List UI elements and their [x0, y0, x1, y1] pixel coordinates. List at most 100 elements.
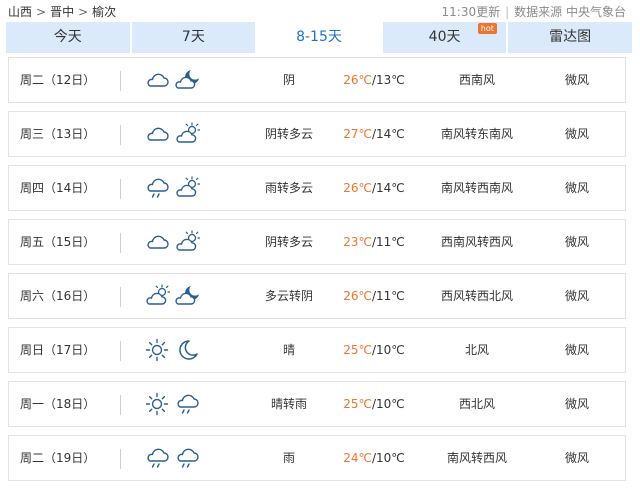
cloud-icon [147, 235, 169, 249]
weather-condition: 阴转多云 [264, 127, 313, 141]
tab-40-days[interactable]: 40天 hot [382, 22, 509, 53]
wind-direction: 西风转西北风 [440, 289, 513, 303]
wind-force: 微风 [564, 73, 589, 87]
temperature-range: 23℃/11℃ [339, 220, 409, 264]
temperature-range: 25℃/10℃ [339, 382, 409, 426]
weather-condition: 晴转雨 [270, 397, 307, 411]
weather-condition: 晴 [282, 343, 295, 357]
partly-cloudy-icon [176, 122, 201, 143]
forecast-row: 周五（15日） 阴转多云 23℃/11℃ 西南风转西风 微风 [8, 219, 626, 265]
temperature-range: 26℃/14℃ [339, 166, 409, 210]
day-label: 周日（17日） [20, 343, 96, 357]
sun-icon [145, 338, 169, 362]
high-temp: 27℃ [343, 127, 372, 141]
day-label: 周五（15日） [20, 235, 96, 249]
tab-label: 雷达图 [549, 29, 592, 45]
breadcrumb-separator: > [36, 5, 47, 19]
wind-direction: 南风转东南风 [440, 127, 513, 141]
weather-condition: 阴转多云 [264, 235, 313, 249]
row-divider [120, 71, 121, 91]
weather-icons [144, 229, 204, 255]
temperature-range: 25℃/10℃ [339, 328, 409, 372]
weather-icons [144, 283, 204, 309]
partly-cloudy-icon [176, 230, 201, 251]
weather-icons [144, 121, 204, 147]
weather-icons [144, 175, 204, 201]
wind-direction: 西南风 [458, 73, 495, 87]
moon-icon [179, 340, 198, 360]
cloudy-night-icon [175, 286, 199, 305]
forecast-row: 周一（18日） 晴转雨 25℃/10℃ 西北风 微风 [8, 381, 626, 427]
breadcrumb: 山西 > 晋中 > 榆次 [8, 3, 116, 20]
row-divider [120, 287, 121, 307]
weather-icons [144, 391, 204, 417]
rain-icon [147, 448, 169, 468]
temperature-range: 27℃/14℃ [339, 112, 409, 156]
temperature-range: 24℃/10℃ [339, 436, 409, 480]
wind-force: 微风 [564, 235, 589, 249]
row-divider [120, 341, 121, 361]
forecast-row: 周四（14日） 雨转多云 26℃/14℃ 南风转西南风 微风 [8, 165, 626, 211]
high-temp: 23℃ [343, 235, 372, 249]
wind-force: 微风 [564, 343, 589, 357]
tab-7-days[interactable]: 7天 [131, 22, 258, 53]
temperature-range: 26℃/11℃ [339, 274, 409, 318]
low-temp: /10℃ [371, 451, 405, 465]
weather-condition: 雨转多云 [264, 181, 313, 195]
breadcrumb-county: 榆次 [92, 5, 117, 19]
tab-radar[interactable]: 雷达图 [508, 22, 632, 53]
row-divider [120, 179, 121, 199]
wind-direction: 西南风转西风 [440, 235, 513, 249]
low-temp: /11℃ [371, 235, 405, 249]
low-temp: /11℃ [371, 289, 405, 303]
row-divider [120, 395, 121, 415]
rain-icon [177, 394, 199, 414]
update-meta: 11:30更新 | 数据来源 中央气象台 [442, 3, 626, 20]
cloudy-night-icon [175, 70, 199, 89]
wind-force: 微风 [564, 127, 589, 141]
meta-divider: | [505, 5, 510, 19]
high-temp: 26℃ [343, 181, 372, 195]
partly-cloudy-icon [146, 284, 171, 305]
tab-today[interactable]: 今天 [6, 22, 132, 53]
day-label: 周二（19日） [20, 451, 96, 465]
day-label: 周六（16日） [20, 289, 96, 303]
high-temp: 26℃ [343, 289, 372, 303]
hot-badge: hot [477, 23, 497, 34]
high-temp: 25℃ [343, 343, 372, 357]
temperature-range: 26℃/13℃ [339, 58, 409, 102]
tab-label: 40天 [428, 29, 461, 45]
high-temp: 25℃ [343, 397, 372, 411]
weather-icons [144, 337, 204, 363]
forecast-row: 周六（16日） 多云转阴 26℃/11℃ 西风转西北风 微风 [8, 273, 626, 319]
low-temp: /10℃ [371, 343, 405, 357]
wind-force: 微风 [564, 289, 589, 303]
wind-force: 微风 [564, 397, 589, 411]
breadcrumb-city[interactable]: 晋中 [50, 5, 74, 19]
low-temp: /10℃ [371, 397, 405, 411]
cloud-icon [147, 73, 169, 87]
rain-icon [147, 178, 169, 198]
wind-direction: 南风转西风 [446, 451, 507, 465]
forecast-row: 周日（17日） 晴 25℃/10℃ 北风 微风 [8, 327, 626, 373]
weather-condition: 阴 [282, 73, 295, 87]
sun-icon [145, 392, 169, 416]
breadcrumb-province[interactable]: 山西 [8, 5, 32, 19]
breadcrumb-separator: > [78, 5, 89, 19]
wind-force: 微风 [564, 451, 589, 465]
tab-8-15-days[interactable]: 8-15天 [257, 22, 383, 53]
weather-condition: 多云转阴 [264, 289, 313, 303]
partly-cloudy-icon [176, 176, 201, 197]
weather-icons [144, 445, 204, 471]
top-bar: 山西 > 晋中 > 榆次 11:30更新 | 数据来源 中央气象台 [0, 0, 640, 20]
high-temp: 26℃ [343, 73, 372, 87]
forecast-row: 周三（13日） 阴转多云 27℃/14℃ 南风转东南风 微风 [8, 111, 626, 157]
forecast-row: 周二（19日） 雨 24℃/10℃ 南风转西风 微风 [8, 435, 626, 481]
data-source: 数据来源 中央气象台 [514, 5, 626, 19]
rain-icon [177, 448, 199, 468]
update-time: 11:30更新 [441, 5, 501, 19]
cloud-icon [147, 127, 169, 141]
high-temp: 24℃ [343, 451, 372, 465]
weather-icons [144, 67, 204, 93]
wind-direction: 南风转西南风 [440, 181, 513, 195]
